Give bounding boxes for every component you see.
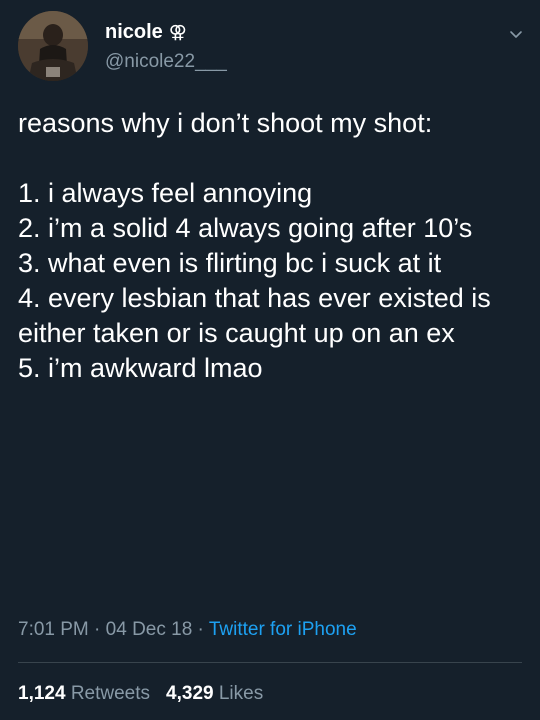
retweets-count: 1,124 [18,683,66,704]
tweet-time: 7:01 PM [18,619,89,640]
avatar-photo [18,11,88,81]
likes-count: 4,329 [166,683,214,704]
retweets-stat[interactable]: 1,124 Retweets [18,683,150,704]
likes-label: Likes [218,683,264,704]
tweet-source-link[interactable]: Twitter for iPhone [209,619,357,640]
avatar[interactable] [18,11,88,81]
chevron-down-icon[interactable] [508,26,524,42]
name-symbol-icon: ⚢ [168,22,187,42]
meta-separator: · [88,619,106,640]
meta-separator: · [192,619,209,640]
retweets-label: Retweets [70,683,151,704]
author-handle[interactable]: @nicole22___ [105,50,227,74]
likes-stat[interactable]: 4,329 Likes [166,683,263,704]
divider [18,662,522,663]
author-name-text: nicole [105,21,163,43]
tweet-text: reasons why i don’t shoot my shot: 1. i … [18,108,491,383]
tweet-meta: 7:01 PM · 04 Dec 18 · Twitter for iPhone [18,618,357,642]
tweet-date: 04 Dec 18 [105,619,193,640]
author-display-name[interactable]: nicole ⚢ [105,20,187,44]
tweet-stats: 1,124 Retweets 4,329 Likes [18,682,263,706]
